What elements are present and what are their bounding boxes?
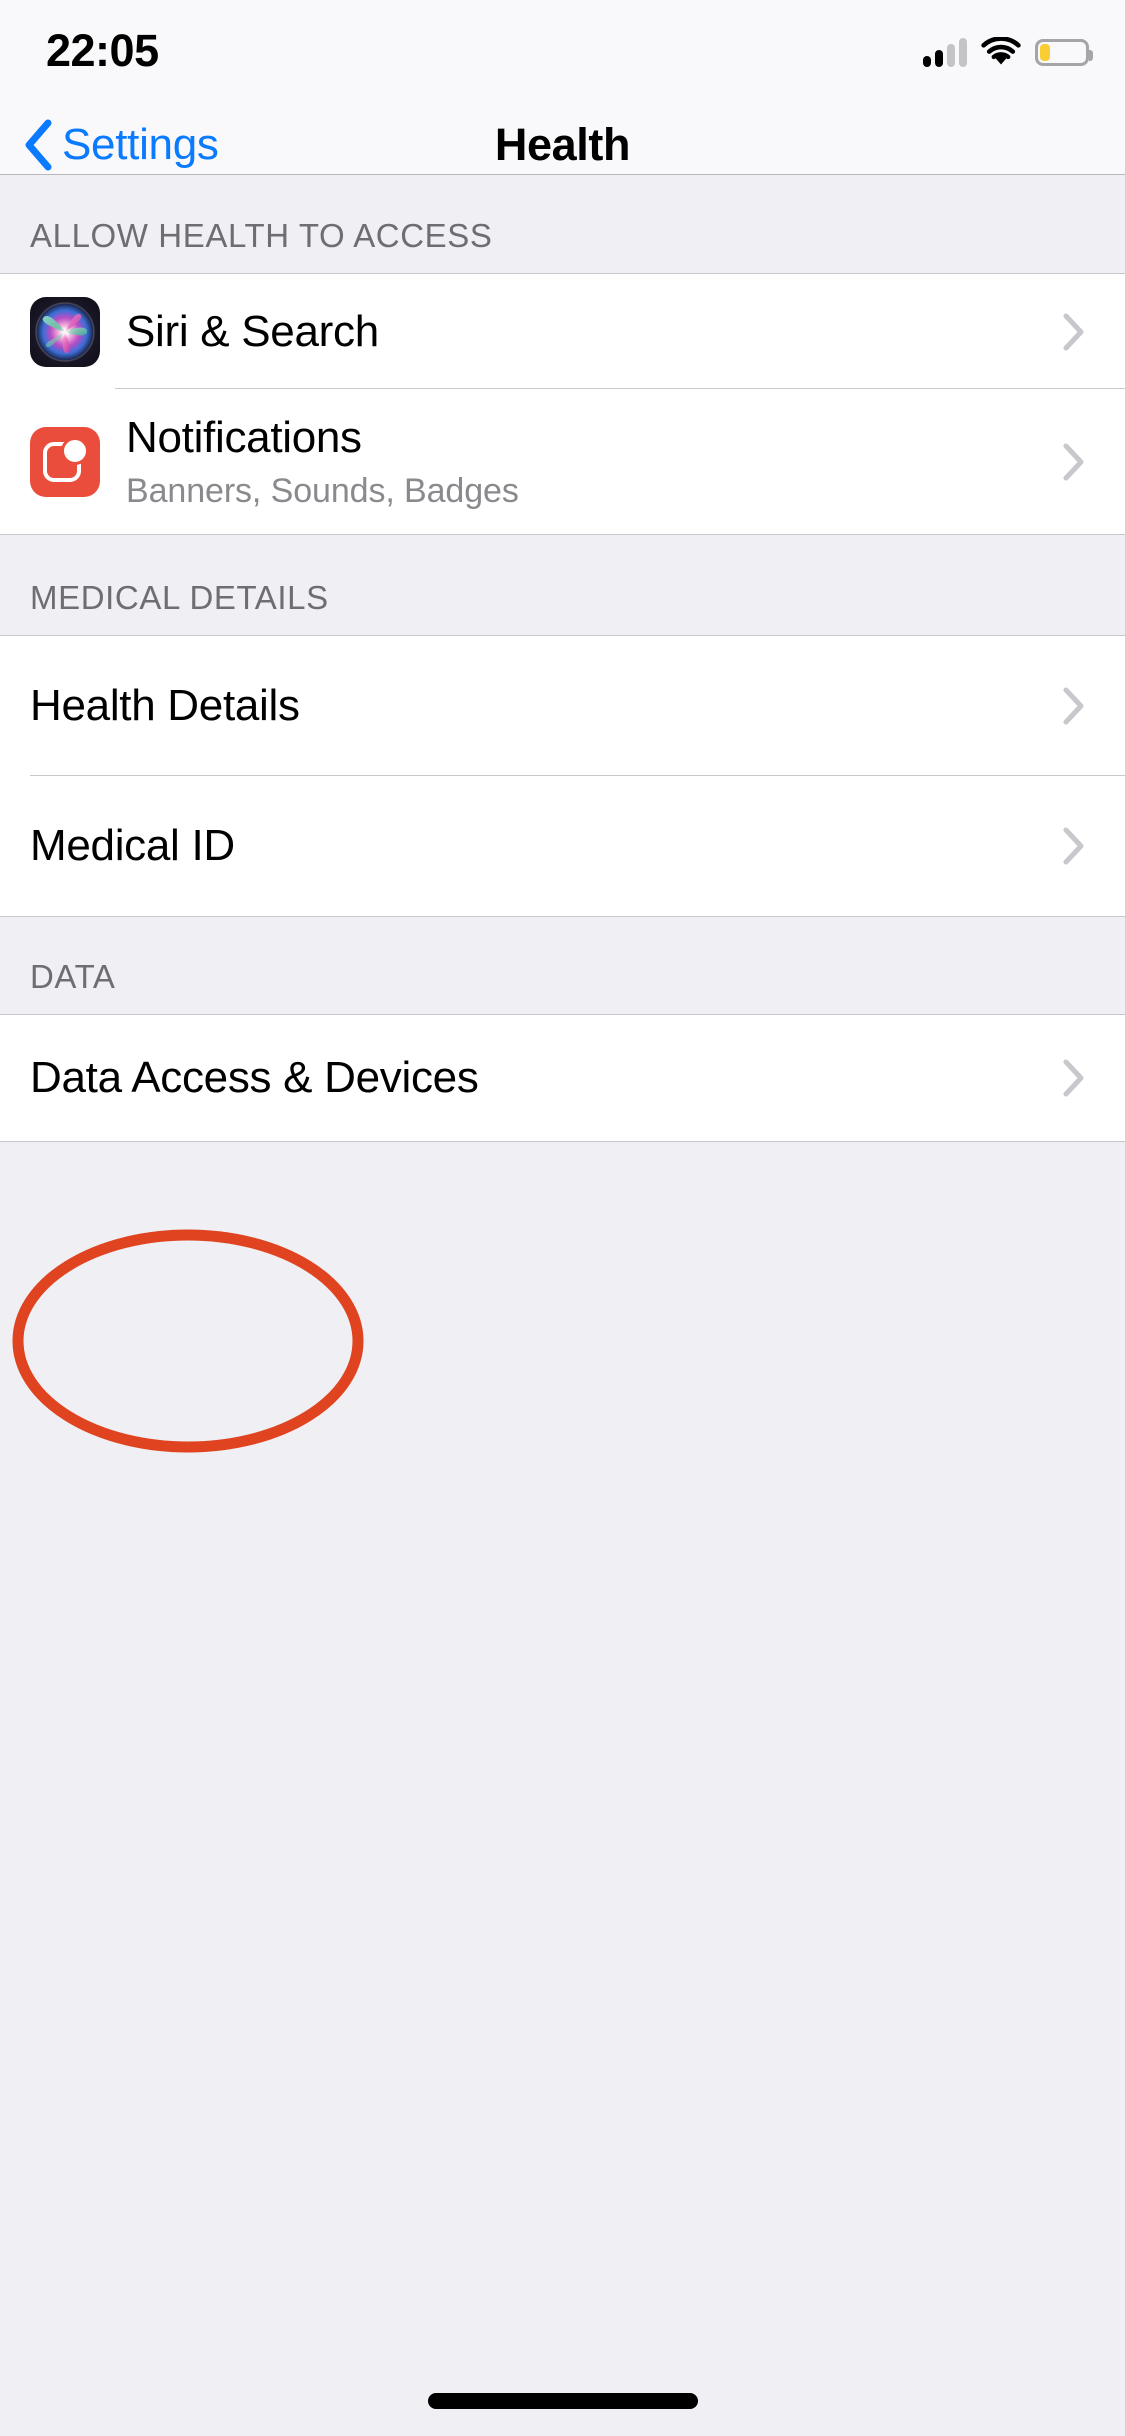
- chevron-right-icon: [1063, 1059, 1084, 1097]
- list-item-health-details[interactable]: Health Details: [0, 636, 1125, 776]
- list-item-text: Siri & Search: [126, 306, 1063, 358]
- section-group-data: Data Access & Devices: [0, 1014, 1125, 1142]
- section-header-medical-details: MEDICAL DETAILS: [0, 535, 1125, 635]
- list-item-title: Data Access & Devices: [30, 1053, 479, 1102]
- list-item-title: Health Details: [30, 681, 300, 730]
- status-bar-indicators: [923, 30, 1093, 74]
- section-group-allow-health-to-access: Siri & Search Notifications Banners, Sou…: [0, 273, 1125, 535]
- list-item-text: Data Access & Devices: [30, 1052, 1063, 1104]
- list-item-title: Siri & Search: [126, 306, 379, 356]
- cellular-signal-icon: [923, 37, 967, 67]
- home-indicator-bar[interactable]: [427, 2393, 698, 2409]
- list-item-medical-id[interactable]: Medical ID: [0, 776, 1125, 916]
- section-header-data: DATA: [0, 917, 1125, 1014]
- list-item-text: Medical ID: [30, 820, 1063, 872]
- wifi-icon: [981, 37, 1021, 65]
- list-item-text: Health Details: [30, 680, 1063, 732]
- page-title: Health: [494, 119, 631, 170]
- siri-app-icon: [30, 296, 100, 367]
- chevron-right-icon: [1063, 313, 1084, 350]
- chevron-right-icon: [1063, 687, 1084, 725]
- navigation-bar: Settings Health: [0, 119, 1125, 175]
- chevron-right-icon: [1063, 827, 1084, 865]
- section-header-allow-health-to-access: ALLOW HEALTH TO ACCESS: [0, 176, 1125, 273]
- status-bar-time: 22:05: [46, 25, 159, 76]
- list-item-title: Medical ID: [30, 821, 235, 870]
- list-item-data-access-and-devices[interactable]: Data Access & Devices: [0, 1015, 1125, 1141]
- list-item-subtitle: Banners, Sounds, Badges: [126, 471, 519, 510]
- notifications-app-icon: [30, 426, 100, 497]
- list-item-title: Notifications: [126, 412, 362, 462]
- battery-icon: [1035, 38, 1093, 66]
- chevron-right-icon: [1063, 443, 1084, 480]
- settings-list: ALLOW HEALTH TO ACCESS Siri & Search Not…: [0, 176, 1125, 2436]
- list-item-text: Notifications Banners, Sounds, Badges: [126, 412, 1063, 512]
- section-group-medical-details: Health Details Medical ID: [0, 635, 1125, 917]
- iphone-screen: 22:05 Settings Health ALLOW HEALTH TO AC…: [0, 0, 1125, 2436]
- list-item-notifications[interactable]: Notifications Banners, Sounds, Badges: [0, 389, 1125, 534]
- list-item-siri-and-search[interactable]: Siri & Search: [0, 274, 1125, 389]
